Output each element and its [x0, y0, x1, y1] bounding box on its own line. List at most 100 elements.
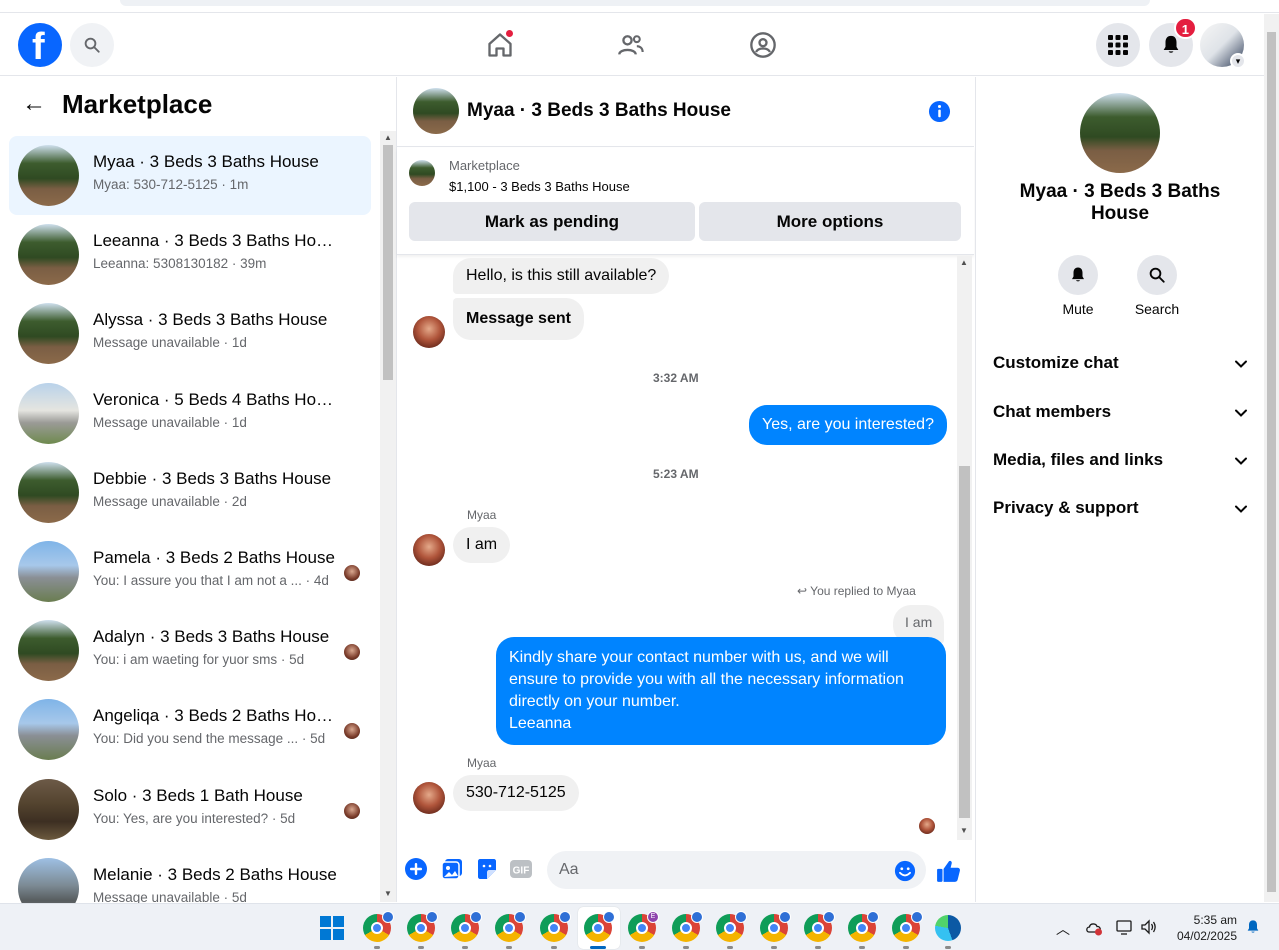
mute-button[interactable]: Mute — [1043, 255, 1113, 317]
conversation-item[interactable]: Myaa · 3 Beds 3 Baths House Myaa: 530-712… — [9, 136, 371, 216]
chrome-browser-icon[interactable] — [540, 911, 571, 942]
gif-icon[interactable]: GIF — [509, 857, 533, 881]
address-bar[interactable] — [120, 0, 1150, 6]
emoji-icon[interactable] — [894, 860, 916, 882]
outgoing-message[interactable]: Yes, are you interested? — [749, 405, 947, 445]
sender-avatar[interactable] — [413, 782, 445, 814]
thread-scrollbar-thumb[interactable] — [959, 466, 970, 818]
privacy-support-section[interactable]: Privacy & support — [993, 498, 1248, 522]
message-input[interactable] — [547, 851, 926, 889]
listing-thumbnail[interactable] — [409, 160, 435, 186]
network-icon[interactable] — [1116, 919, 1134, 935]
search-in-chat-button[interactable]: Search — [1122, 255, 1192, 317]
clock[interactable]: 5:35 am 04/02/2025 — [1177, 912, 1237, 944]
listing-photo — [18, 382, 79, 444]
reply-indicator: ↩ You replied to Myaa — [797, 584, 916, 598]
notification-bell-icon[interactable] — [1245, 918, 1261, 936]
app-indicator — [945, 946, 951, 949]
conversation-item[interactable]: Pamela · 3 Beds 2 Baths House You: I assu… — [9, 532, 371, 611]
chat-members-section[interactable]: Chat members — [993, 402, 1248, 426]
incoming-message[interactable]: Message sent — [453, 298, 584, 340]
page-scrollbar-thumb[interactable] — [1267, 32, 1276, 892]
chat-header: Myaa · 3 Beds 3 Baths House — [397, 77, 974, 147]
search-button[interactable] — [70, 23, 114, 67]
chrome-browser-icon[interactable] — [804, 911, 835, 942]
conversation-item[interactable]: Alyssa · 3 Beds 3 Baths House Message una… — [9, 294, 371, 373]
chrome-browser-icon[interactable] — [451, 911, 482, 942]
conversation-list: Myaa · 3 Beds 3 Baths House Myaa: 530-712… — [9, 136, 371, 928]
outgoing-message[interactable]: Kindly share your contact number with us… — [496, 637, 946, 745]
conversation-item[interactable]: Solo · 3 Beds 1 Bath House You: Yes, are … — [9, 770, 371, 849]
scroll-down-icon[interactable]: ▼ — [960, 826, 968, 835]
chevron-up-icon[interactable]: ︿ — [1056, 919, 1070, 939]
account-chevron-icon[interactable]: ▾ — [1230, 53, 1246, 69]
app-indicator — [462, 946, 468, 949]
info-icon[interactable] — [928, 100, 951, 123]
profile-badge-icon — [735, 911, 747, 923]
sender-name: Myaa — [467, 508, 497, 522]
chrome-browser-icon[interactable] — [760, 911, 791, 942]
menu-button[interactable] — [1096, 23, 1140, 67]
sender-avatar[interactable] — [413, 316, 445, 348]
chrome-browser-icon[interactable] — [672, 911, 703, 942]
details-avatar[interactable] — [1080, 93, 1160, 173]
inbox-scrollbar[interactable]: ▲ ▼ — [380, 131, 396, 902]
chrome-browser-icon[interactable] — [892, 911, 923, 942]
inbox-scrollbar-thumb[interactable] — [383, 145, 393, 380]
notifications-button[interactable]: 1 — [1149, 17, 1197, 67]
back-arrow-icon[interactable]: ← — [22, 92, 46, 116]
profile-badge-icon — [426, 911, 438, 923]
volume-icon[interactable] — [1140, 919, 1158, 935]
sticker-icon[interactable] — [475, 857, 499, 881]
browser-address-strip — [0, 0, 1279, 13]
friends-tab[interactable] — [611, 26, 651, 64]
incoming-message[interactable]: I am — [453, 527, 511, 563]
customize-chat-section[interactable]: Customize chat — [993, 353, 1248, 377]
plus-icon[interactable] — [404, 857, 428, 881]
thumbs-up-icon[interactable] — [936, 858, 962, 884]
scroll-up-icon[interactable]: ▲ — [960, 258, 968, 267]
more-options-button[interactable]: More options — [699, 202, 961, 241]
media-files-links-section[interactable]: Media, files and links — [993, 450, 1248, 474]
thread-scrollbar[interactable]: ▲ ▼ — [957, 256, 972, 840]
conversation-item[interactable]: Adalyn · 3 Beds 3 Baths House You: i am w… — [9, 611, 371, 690]
incoming-message[interactable]: 530-712-5125 — [453, 775, 579, 811]
section-label: Privacy & support — [993, 498, 1139, 517]
conversation-item[interactable]: Leeanna · 3 Beds 3 Baths House Leeanna: 5… — [9, 215, 371, 294]
incoming-message[interactable]: Hello, is this still available? — [453, 258, 670, 294]
listing-title[interactable]: $1,100 - 3 Beds 3 Baths House — [449, 179, 630, 194]
section-label: Media, files and links — [993, 450, 1164, 469]
onedrive-icon[interactable] — [1085, 920, 1103, 936]
edge-browser-icon[interactable] — [935, 915, 961, 941]
scroll-down-icon[interactable]: ▼ — [384, 889, 392, 898]
mark-as-pending-button[interactable]: Mark as pending — [409, 202, 695, 241]
conversation-item[interactable]: Angeliqa · 3 Beds 2 Baths Hou... You: Did… — [9, 690, 371, 769]
facebook-logo[interactable]: f — [18, 23, 62, 67]
chrome-browser-icon[interactable] — [584, 911, 615, 942]
chat-avatar[interactable] — [413, 88, 459, 134]
scroll-up-icon[interactable]: ▲ — [384, 133, 392, 142]
chrome-browser-icon[interactable] — [716, 911, 747, 942]
chrome-browser-icon[interactable]: E — [628, 911, 659, 942]
search-icon — [1149, 267, 1165, 283]
chat-title[interactable]: Myaa · 3 Beds 3 Baths House — [467, 100, 731, 122]
marketplace-title: Marketplace — [62, 89, 213, 119]
home-tab[interactable] — [480, 26, 520, 64]
photo-icon[interactable] — [440, 857, 464, 881]
conversation-item[interactable]: Veronica · 5 Beds 4 Baths House Message u… — [9, 374, 371, 453]
conversation-item[interactable]: Debbie · 3 Beds 3 Baths House Message una… — [9, 453, 371, 532]
app-indicator — [418, 946, 424, 949]
chrome-browser-icon[interactable] — [495, 911, 526, 942]
seen-avatar — [344, 644, 360, 661]
profile-badge-icon — [559, 911, 571, 923]
windows-start-icon[interactable] — [320, 916, 344, 940]
chrome-browser-icon[interactable] — [407, 911, 438, 942]
page-scrollbar[interactable] — [1264, 14, 1279, 902]
chat-window: Myaa · 3 Beds 3 Baths House Marketplace … — [397, 77, 974, 902]
chrome-browser-icon[interactable] — [848, 911, 879, 942]
groups-tab[interactable] — [743, 26, 783, 64]
chrome-browser-icon[interactable] — [363, 911, 394, 942]
sender-avatar[interactable] — [413, 534, 445, 566]
search-label: Search — [1134, 301, 1180, 317]
app-indicator — [506, 946, 512, 949]
